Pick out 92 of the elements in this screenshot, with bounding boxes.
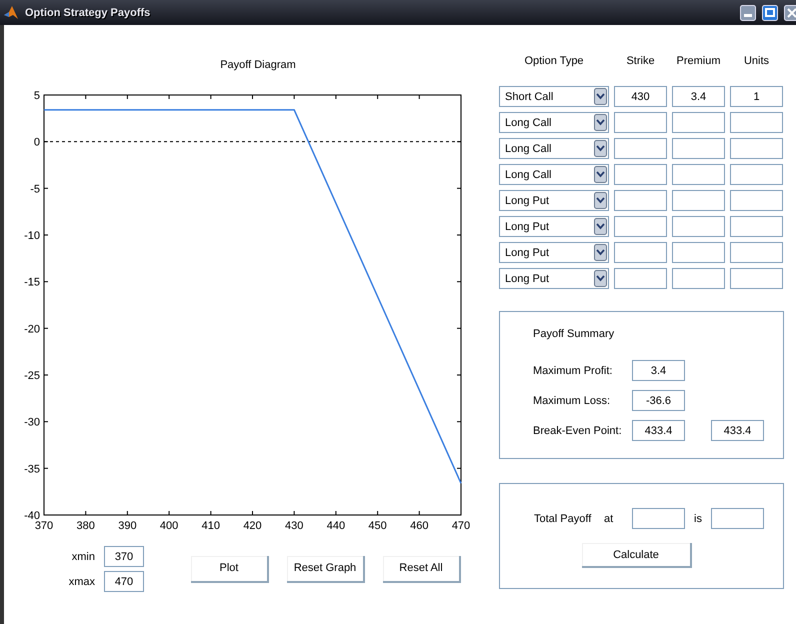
summary-value-field[interactable]: -36.6 (632, 390, 685, 411)
units-field[interactable]: 1 (730, 86, 783, 107)
chevron-down-icon (594, 244, 607, 261)
y-tick-label: -40 (24, 510, 40, 522)
option-type-dropdown[interactable]: Long Call (499, 112, 609, 133)
y-tick-label: -35 (24, 463, 40, 476)
close-button[interactable] (784, 4, 796, 20)
strike-field[interactable] (614, 164, 667, 185)
y-tick-label: -20 (24, 323, 40, 336)
premium-field[interactable] (672, 138, 725, 159)
premium-field[interactable]: 3.4 (672, 86, 725, 107)
x-tick-label: 400 (160, 520, 178, 532)
column-header: Premium (675, 55, 722, 67)
action-button[interactable]: Reset Graph (287, 556, 365, 582)
option-type-dropdown[interactable]: Long Put (499, 268, 609, 289)
option-type-dropdown[interactable]: Short Call (499, 86, 609, 107)
summary-value-field[interactable]: 433.4 (632, 420, 685, 441)
premium-field[interactable] (672, 164, 725, 185)
y-tick-label: 5 (34, 90, 40, 102)
option-type-dropdown[interactable]: Long Put (499, 190, 609, 211)
chevron-down-icon (594, 192, 607, 209)
result-field[interactable] (711, 508, 764, 529)
chevron-down-icon (594, 218, 607, 235)
app-logo-icon (3, 4, 19, 20)
option-type-dropdown[interactable]: Long Call (499, 138, 609, 159)
strike-field[interactable]: 430 (614, 86, 667, 107)
x-tick-label: 390 (118, 520, 137, 532)
premium-field[interactable] (672, 216, 725, 237)
premium-field[interactable] (672, 242, 725, 263)
chevron-down-icon (594, 166, 607, 183)
window-title: Option Strategy Payoffs (25, 6, 150, 18)
chevron-down-icon (594, 140, 607, 157)
strike-field[interactable] (614, 112, 667, 133)
summary-label: Maximum Loss: (533, 394, 612, 406)
column-header: Option Type (523, 55, 585, 67)
x-tick-label: 430 (285, 520, 304, 532)
y-tick-label: 0 (34, 136, 40, 149)
range-field[interactable]: 370 (104, 546, 144, 567)
summary-label: Maximum Profit: (533, 364, 614, 376)
units-field[interactable] (730, 164, 783, 185)
premium-field[interactable] (672, 190, 725, 211)
strike-field[interactable] (614, 216, 667, 237)
premium-field[interactable] (672, 112, 725, 133)
x-tick-label: 470 (452, 520, 470, 532)
action-button[interactable]: Plot (191, 556, 269, 582)
chart-title: Payoff Diagram (220, 59, 296, 71)
minimize-button[interactable] (740, 4, 756, 20)
range-label: xmin (70, 550, 95, 562)
summary-value-field[interactable]: 433.4 (711, 420, 764, 441)
x-tick-label: 380 (76, 520, 95, 532)
is-label: is (693, 512, 703, 524)
summary-title: Payoff Summary (533, 328, 616, 340)
option-type-dropdown[interactable]: Long Put (499, 216, 609, 237)
chevron-down-icon (594, 114, 607, 131)
column-header: Units (742, 55, 770, 67)
premium-field[interactable] (672, 268, 725, 289)
strike-field[interactable] (614, 138, 667, 159)
option-type-dropdown[interactable]: Long Put (499, 242, 609, 263)
units-field[interactable] (730, 268, 783, 289)
chevron-down-icon (594, 88, 607, 105)
y-tick-label: -5 (30, 183, 40, 196)
column-header: Strike (625, 55, 656, 67)
x-tick-label: 420 (243, 520, 262, 532)
x-tick-label: 370 (34, 520, 54, 532)
summary-value-field[interactable]: 3.4 (632, 360, 685, 381)
maximize-button[interactable] (762, 4, 778, 20)
units-field[interactable] (730, 242, 783, 263)
y-tick-label: -10 (24, 230, 40, 242)
units-field[interactable] (730, 112, 783, 133)
units-field[interactable] (730, 138, 783, 159)
at-label: at (604, 512, 614, 524)
x-tick-label: 450 (368, 520, 387, 532)
x-tick-label: 440 (326, 520, 346, 532)
action-button[interactable]: Reset All (383, 556, 461, 582)
range-field[interactable]: 470 (104, 571, 144, 592)
units-field[interactable] (730, 216, 783, 237)
x-tick-label: 460 (410, 520, 428, 532)
calculate-button[interactable]: Calculate (582, 543, 692, 568)
strike-field[interactable] (614, 190, 667, 211)
option-type-dropdown[interactable]: Long Call (499, 164, 609, 185)
price-field[interactable] (632, 508, 685, 529)
chevron-down-icon (594, 270, 607, 287)
y-tick-label: -15 (24, 276, 40, 289)
units-field[interactable] (730, 190, 783, 211)
y-tick-label: -25 (24, 370, 40, 382)
total-payoff-label: Total Payoff (534, 512, 592, 524)
x-tick-label: 410 (202, 520, 220, 532)
summary-label: Break-Even Point: (533, 424, 623, 436)
y-tick-label: -30 (24, 416, 40, 429)
strike-field[interactable] (614, 242, 667, 263)
strike-field[interactable] (614, 268, 667, 289)
range-label: xmax (68, 576, 95, 588)
